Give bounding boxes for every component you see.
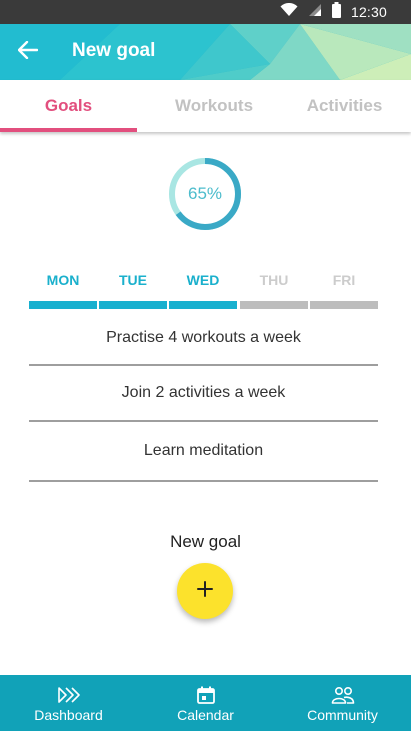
day-progress-bar: [240, 301, 308, 309]
app-bar: New goal: [0, 24, 411, 80]
day-tue: TUE: [99, 268, 167, 312]
tab-workouts[interactable]: Workouts: [137, 80, 291, 132]
back-arrow-icon: [17, 40, 39, 64]
status-time: 12:30: [350, 4, 387, 20]
nav-label: Dashboard: [34, 707, 103, 723]
progress-percent: 65%: [187, 184, 223, 203]
dashboard-icon: [57, 685, 80, 705]
tab-goals[interactable]: Goals: [0, 80, 137, 132]
back-button[interactable]: [14, 38, 42, 66]
nav-label: Community: [307, 707, 378, 723]
day-wed: WED: [169, 268, 237, 312]
day-progress-bar: [310, 301, 378, 309]
day-label: MON: [46, 272, 80, 288]
tab-bar: Goals Workouts Activities: [0, 80, 411, 132]
day-mon: MON: [29, 268, 97, 312]
tab-indicator: [0, 128, 137, 132]
status-bar: 12:30: [0, 0, 411, 24]
day-progress-bar: [99, 301, 167, 309]
tab-activities[interactable]: Activities: [278, 80, 411, 132]
goal-item[interactable]: Practise 4 workouts a week: [29, 312, 378, 366]
status-icons: 12:30: [280, 0, 411, 24]
page-title: New goal: [72, 40, 156, 61]
goal-item[interactable]: Join 2 activities a week: [29, 366, 378, 422]
bottom-nav: Dashboard Calendar Community: [0, 675, 411, 731]
signal-icon: [308, 3, 322, 22]
community-icon: [331, 685, 355, 705]
battery-icon: [331, 1, 341, 23]
nav-label: Calendar: [177, 707, 234, 723]
day-label: WED: [186, 272, 220, 288]
app-bar-background: [0, 24, 411, 80]
wifi-icon: [280, 2, 298, 22]
nav-community[interactable]: Community: [274, 675, 411, 731]
new-goal-label: New goal: [170, 532, 241, 551]
goal-item[interactable]: Learn meditation: [29, 422, 378, 482]
calendar-icon: [196, 685, 215, 705]
nav-dashboard[interactable]: Dashboard: [0, 675, 137, 731]
day-thu: THU: [240, 268, 308, 312]
day-fri: FRI: [310, 268, 378, 312]
day-label: THU: [259, 272, 289, 288]
plus-icon: [197, 580, 213, 602]
add-goal-button[interactable]: [177, 563, 233, 619]
day-label: TUE: [119, 272, 147, 288]
day-progress-bar: [169, 301, 237, 309]
weekday-tracker: MON TUE WED THU FRI: [29, 268, 379, 312]
day-progress-bar: [29, 301, 97, 309]
day-label: FRI: [332, 272, 356, 288]
nav-calendar[interactable]: Calendar: [137, 675, 274, 731]
